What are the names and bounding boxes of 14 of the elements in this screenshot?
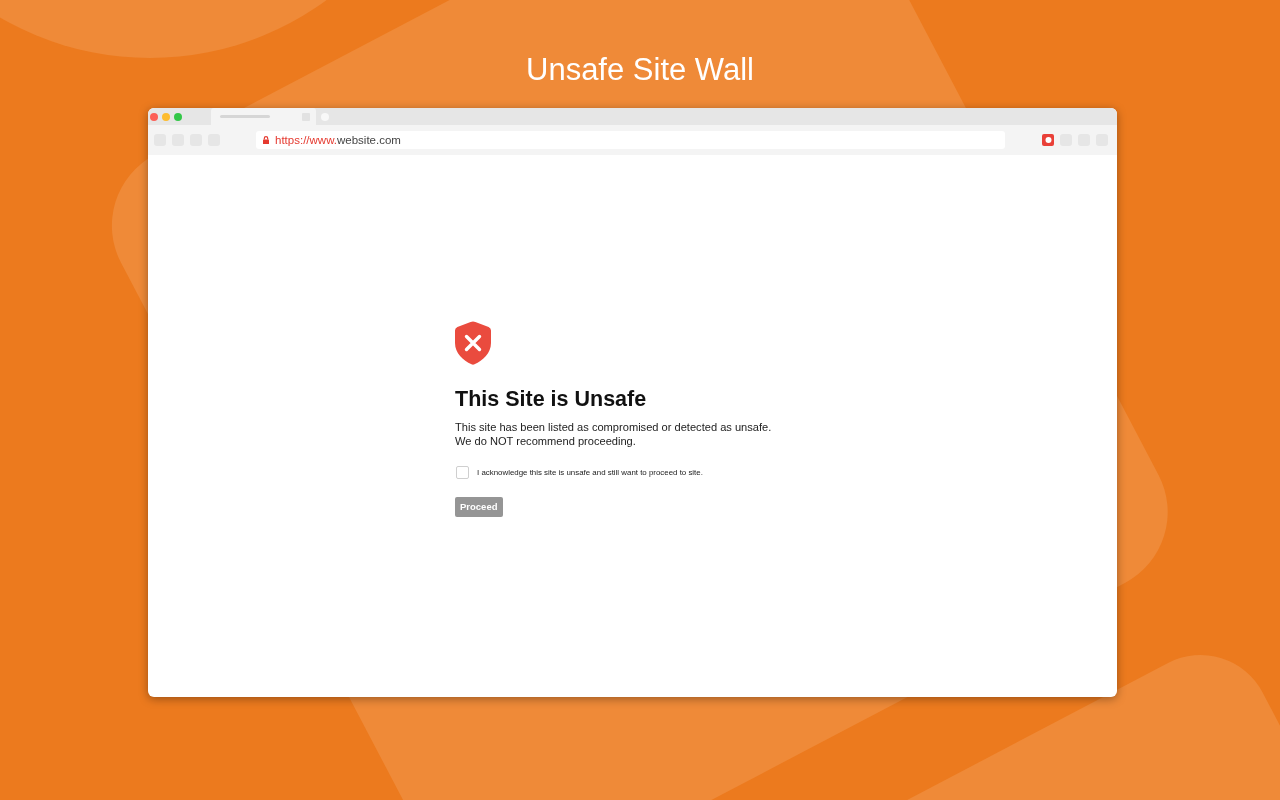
close-dot-icon[interactable] [150,112,158,121]
browser-tab[interactable] [211,108,316,125]
url-text: https://www.website.com [275,133,401,147]
message-text: This site has been listed as compromised or detected as unsafe. [455,420,772,434]
zoom-dot-icon[interactable] [174,112,182,121]
extension-icon[interactable] [1042,134,1054,146]
shield-x-icon [455,321,491,365]
lock-icon [263,136,269,144]
message-text: We do NOT recommend proceeding. [455,434,636,448]
warning-heading: This Site is Unsafe [455,386,647,412]
page-title: Unsafe Site Wall [526,51,754,88]
minimize-dot-icon[interactable] [162,112,170,121]
checkbox[interactable] [456,466,469,479]
address-bar[interactable]: https://www.website.com [256,131,1005,149]
